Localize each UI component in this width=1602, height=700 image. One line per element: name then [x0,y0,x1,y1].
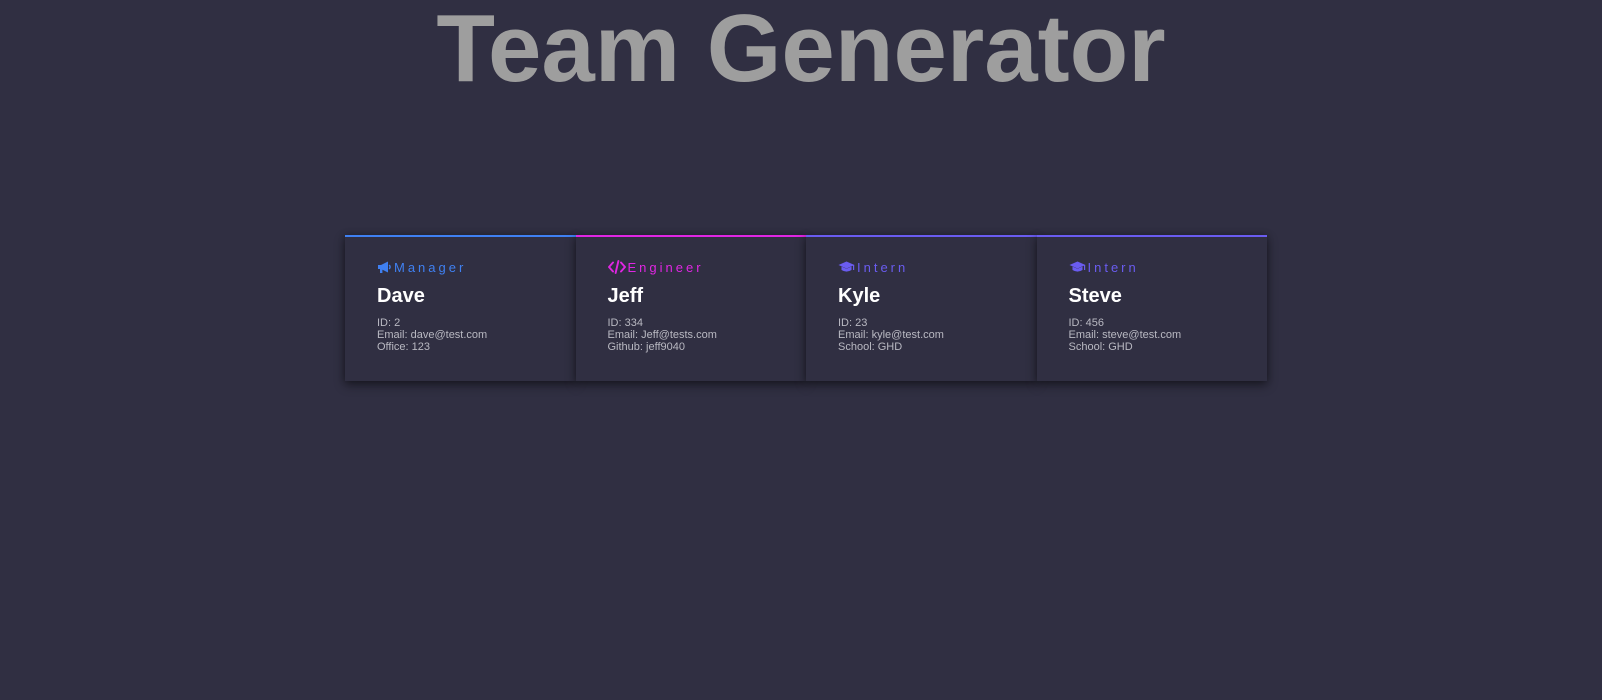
member-details: ID: 334 Email: Jeff@tests.com Github: je… [608,317,807,353]
member-details: ID: 456 Email: steve@test.com School: GH… [1069,317,1268,353]
member-email: Email: dave@test.com [377,329,488,341]
team-card-manager: Manager Dave ID: 2 Email: dave@test.com … [345,235,576,381]
member-email: Email: Jeff@tests.com [607,329,717,341]
member-name: Dave [377,285,425,307]
member-name: Jeff [607,285,644,307]
member-email: Email: steve@test.com [1068,329,1182,341]
member-office: Office: 123 [377,341,430,353]
code-icon [607,260,626,274]
member-email: Email: kyle@test.com [838,329,944,341]
member-name: Steve [1068,285,1122,307]
member-id: ID: 2 [377,317,401,329]
member-school: School: GHD [838,341,903,353]
graduation-cap-icon [838,260,855,274]
member-name: Kyle [838,285,881,307]
team-card-list: Manager Dave ID: 2 Email: dave@test.com … [345,235,1267,381]
page-title: Team Generator [436,0,1166,102]
role-label: Intern [1087,259,1139,275]
role-label: Intern [857,259,909,275]
member-id: ID: 23 [838,317,868,329]
graduation-cap-icon [1069,260,1086,274]
role-label: Manager [394,259,467,275]
member-id: ID: 334 [607,317,643,329]
card-accent-line [1036,235,1267,237]
card-accent-line [345,235,576,237]
role-header: Engineer [607,259,807,275]
role-header: Intern [1069,259,1268,275]
team-card-intern: Intern Steve ID: 456 Email: steve@test.c… [1036,235,1268,381]
member-details: ID: 23 Email: kyle@test.com School: GHD [838,317,1037,353]
role-header: Intern [838,259,1037,275]
member-github: Github: jeff9040 [607,341,685,353]
megaphone-icon [377,260,392,274]
team-card-engineer: Engineer Jeff ID: 334 Email: Jeff@tests.… [575,235,807,381]
member-id: ID: 456 [1068,317,1104,329]
role-label: Engineer [627,259,704,275]
team-card-intern: Intern Kyle ID: 23 Email: kyle@test.com … [806,235,1037,381]
card-accent-line [575,235,806,237]
card-accent-line [806,235,1037,237]
role-header: Manager [377,259,576,275]
member-school: School: GHD [1068,341,1133,353]
member-details: ID: 2 Email: dave@test.com Office: 123 [377,317,576,353]
